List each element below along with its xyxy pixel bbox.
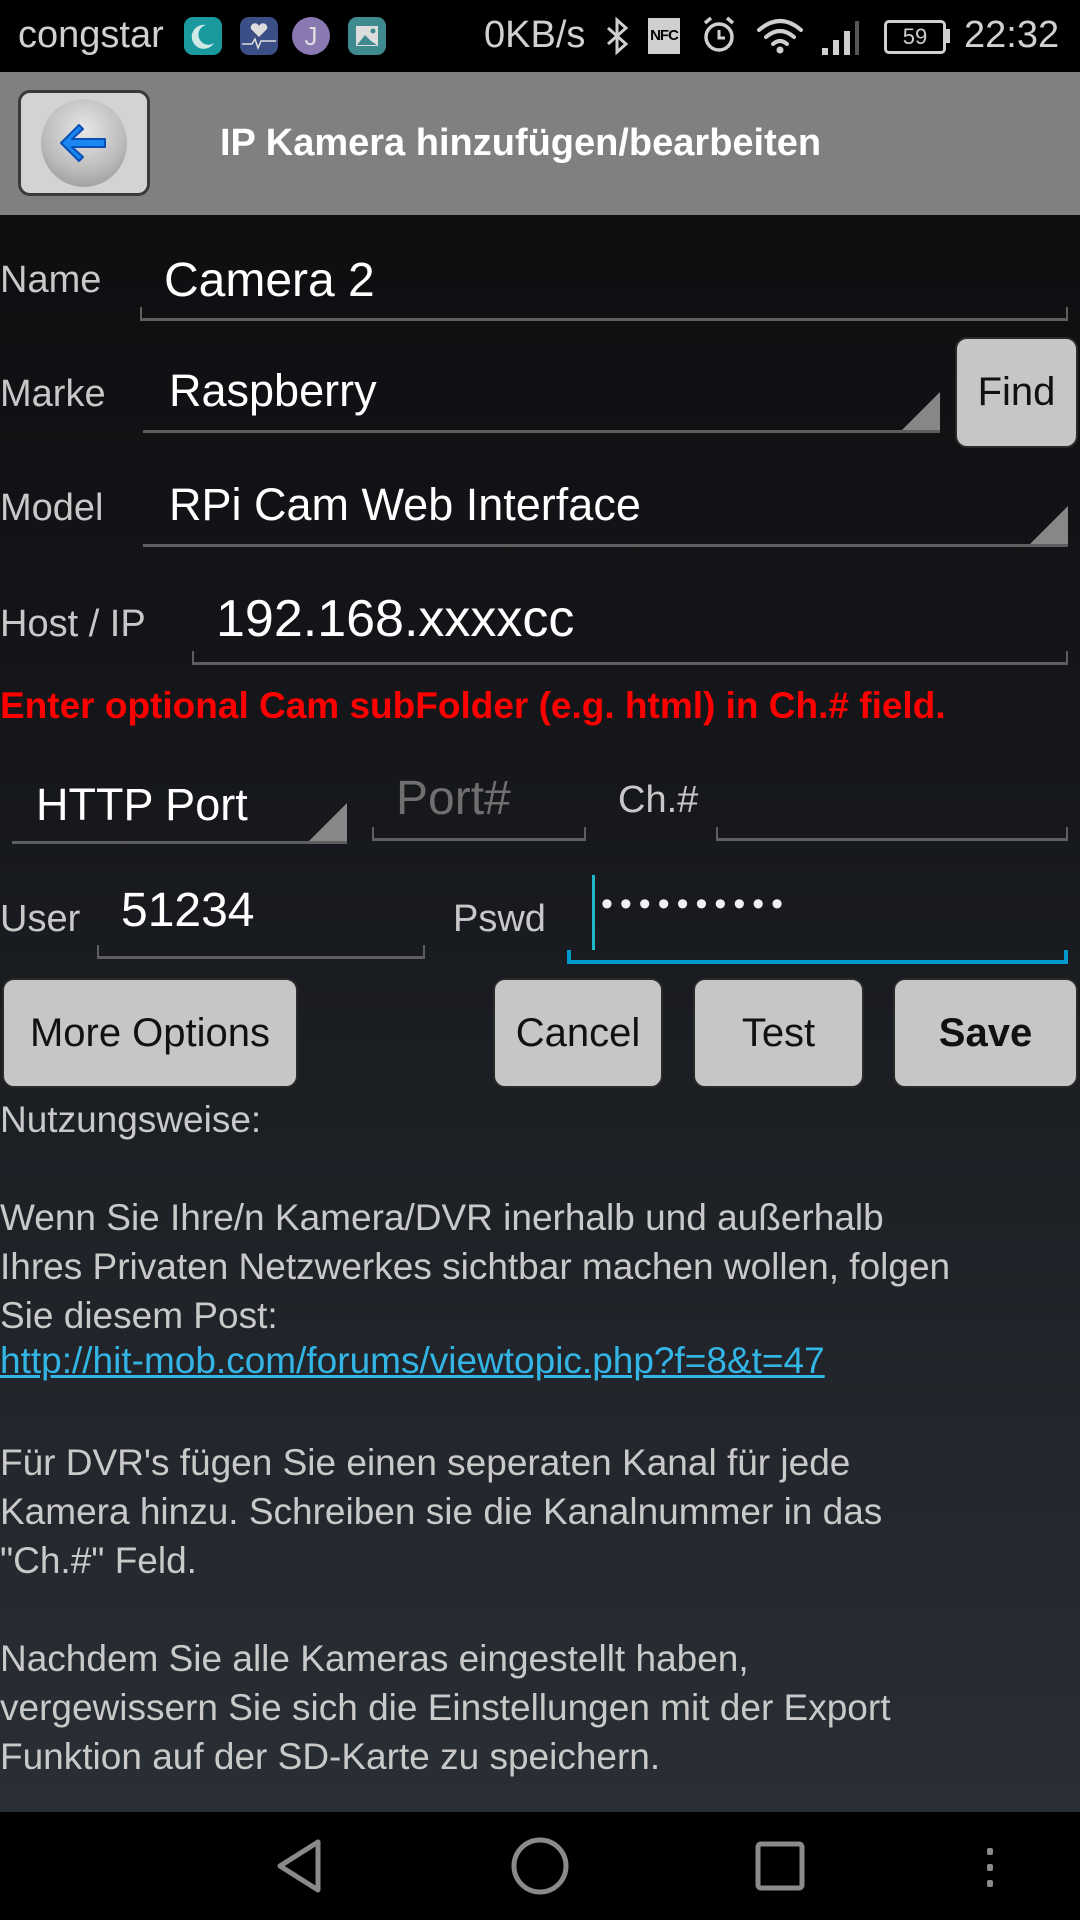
- password-input[interactable]: ••••••••••: [567, 875, 1068, 967]
- alarm-icon: [700, 14, 738, 61]
- help-paragraph-2: Für DVR's fügen Sie einen seperaten Kana…: [0, 1442, 883, 1581]
- recents-nav-icon[interactable]: [754, 1840, 806, 1892]
- name-underline: [140, 307, 1068, 321]
- save-button[interactable]: Save: [893, 978, 1078, 1088]
- battery-tip: [946, 29, 950, 43]
- test-button[interactable]: Test: [693, 978, 864, 1088]
- home-nav-icon[interactable]: [510, 1836, 570, 1896]
- status-bar: congstar J 0KB/s NFC 59 22:32: [0, 0, 1080, 72]
- menu-nav-icon[interactable]: [982, 1846, 998, 1890]
- back-button[interactable]: [18, 90, 150, 196]
- port-input[interactable]: Port#: [372, 765, 586, 845]
- name-input[interactable]: Camera 2: [140, 245, 1068, 325]
- carrier-name: congstar: [18, 14, 164, 56]
- subfolder-warning: Enter optional Cam subFolder (e.g. html)…: [0, 685, 946, 726]
- name-value: Camera 2: [164, 254, 375, 307]
- back-nav-icon[interactable]: [274, 1838, 326, 1894]
- signal-icon: [820, 18, 860, 61]
- gallery-icon: [348, 17, 386, 55]
- back-arrow-icon: [60, 124, 106, 162]
- bluetooth-icon: [604, 16, 632, 61]
- port-type-underline: [12, 841, 347, 844]
- moon-app-icon: [184, 17, 222, 55]
- brand-underline: [143, 430, 940, 433]
- brand-label: Marke: [0, 373, 106, 415]
- channel-input[interactable]: [716, 765, 1068, 845]
- find-button[interactable]: Find: [955, 337, 1078, 448]
- clock: 22:32: [964, 14, 1060, 56]
- page-title: IP Kamera hinzufügen/bearbeiten: [220, 122, 822, 164]
- text-cursor: [592, 875, 595, 950]
- port-underline: [372, 827, 586, 841]
- navigation-bar: [0, 1812, 1080, 1920]
- port-placeholder: Port#: [396, 772, 511, 825]
- battery-level: 59: [902, 24, 928, 49]
- host-input[interactable]: 192.168.xxxxcc: [192, 583, 1068, 667]
- model-underline: [143, 544, 1068, 547]
- app-header: IP Kamera hinzufügen/bearbeiten: [0, 72, 1080, 215]
- user-label: User: [0, 898, 81, 940]
- host-value: 192.168.xxxxcc: [216, 590, 575, 648]
- dropdown-triangle-icon: [902, 392, 940, 430]
- help-paragraph-1: Wenn Sie Ihre/n Kamera/DVR inerhalb und …: [0, 1197, 951, 1336]
- brand-value: Raspberry: [169, 365, 377, 416]
- back-button-ball: [41, 99, 127, 187]
- forum-link[interactable]: http://hit-mob.com/forums/viewtopic.php?…: [0, 1340, 825, 1382]
- channel-label: Ch.#: [618, 779, 699, 821]
- dropdown-triangle-icon: [1030, 506, 1068, 544]
- name-label: Name: [0, 259, 102, 301]
- help-paragraph-3: Nachdem Sie alle Kameras eingestellt hab…: [0, 1638, 891, 1777]
- cancel-button[interactable]: Cancel: [493, 978, 663, 1088]
- user-value: 51234: [121, 884, 255, 937]
- heart-monitor-icon: [240, 17, 278, 55]
- host-underline: [192, 651, 1068, 665]
- password-underline-focused: [567, 950, 1068, 964]
- password-value: ••••••••••: [601, 885, 791, 923]
- brand-dropdown[interactable]: Raspberry: [143, 355, 940, 435]
- port-type-dropdown[interactable]: HTTP Port: [12, 765, 347, 845]
- model-label: Model: [0, 487, 104, 529]
- model-dropdown[interactable]: RPi Cam Web Interface: [143, 469, 1068, 549]
- camera-form: Name Camera 2 Marke Raspberry Find Model…: [0, 215, 1080, 1812]
- host-label: Host / IP: [0, 603, 146, 645]
- channel-underline: [716, 827, 1068, 841]
- nfc-icon: NFC: [648, 18, 680, 54]
- model-value: RPi Cam Web Interface: [169, 479, 641, 530]
- password-label: Pswd: [453, 898, 546, 940]
- network-speed: 0KB/s: [484, 14, 586, 56]
- help-heading: Nutzungsweise:: [0, 1099, 262, 1140]
- j-app-icon: J: [292, 17, 330, 55]
- battery-icon: 59: [884, 20, 946, 54]
- user-underline: [97, 945, 425, 959]
- user-input[interactable]: 51234: [97, 879, 425, 963]
- port-type-value: HTTP Port: [36, 779, 248, 830]
- more-options-button[interactable]: More Options: [2, 978, 298, 1088]
- dropdown-triangle-icon: [309, 803, 347, 841]
- wifi-icon: [756, 16, 804, 61]
